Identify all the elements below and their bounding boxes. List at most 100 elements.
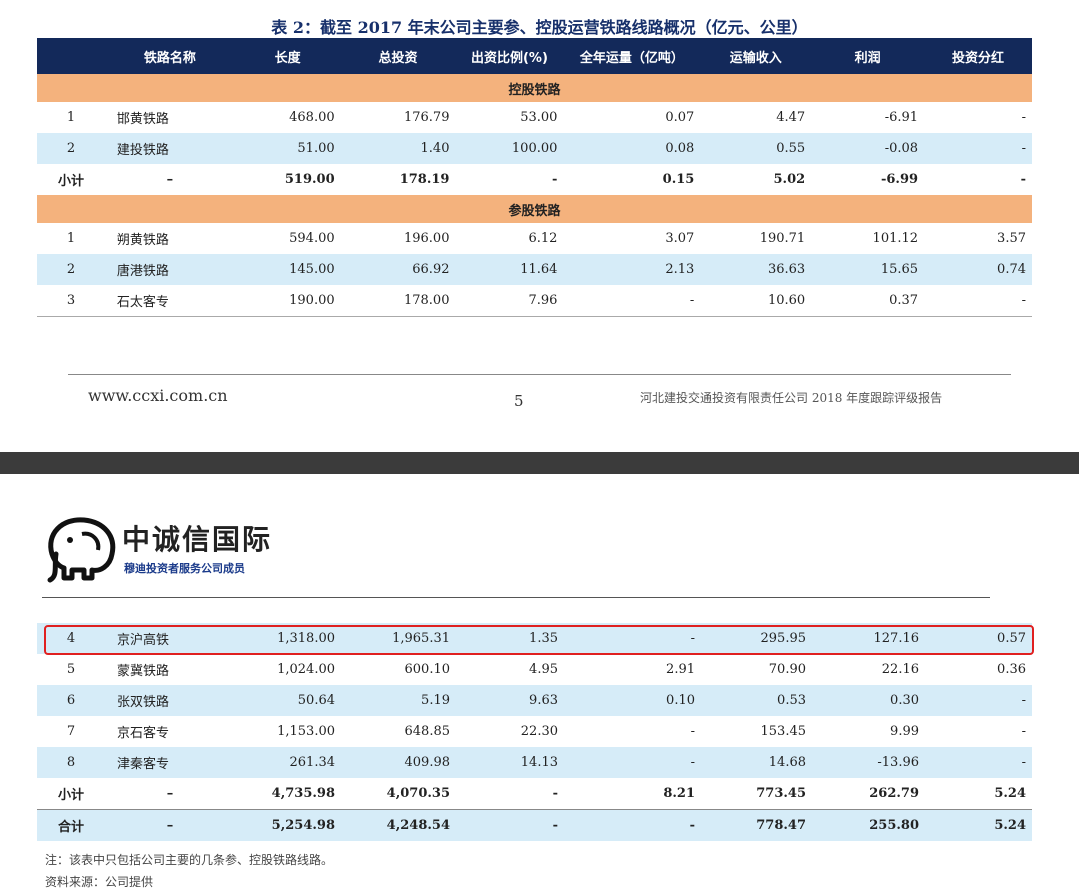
cell-no: 3 — [37, 285, 105, 317]
cell-ratio: - — [455, 164, 564, 195]
col-header-length: 长度 — [234, 38, 341, 74]
table-row: 1 邯黄铁路 468.00 176.79 53.00 0.07 4.47 -6.… — [37, 102, 1032, 133]
section-label: 控股铁路 — [37, 74, 1032, 102]
cell-profit: -0.08 — [811, 133, 925, 164]
cell-investment: 4,070.35 — [341, 778, 456, 810]
table-row: 2 唐港铁路 145.00 66.92 11.64 2.13 36.63 15.… — [37, 254, 1032, 285]
cell-ratio: 100.00 — [455, 133, 564, 164]
total-row: 合计 – 5,254.98 4,248.54 - - 778.47 255.80… — [37, 809, 1032, 841]
table-title: 表 2：截至 2017 年末公司主要参、控股运营铁路线路概况（亿元、公里） — [271, 18, 808, 37]
cell-name: 邯黄铁路 — [104, 102, 235, 133]
cell-volume: - — [564, 809, 701, 841]
cell-revenue: 0.55 — [700, 133, 812, 164]
cell-profit: -13.96 — [812, 747, 925, 778]
report-page-5: 表 2：截至 2017 年末公司主要参、控股运营铁路线路概况（亿元、公里） 铁路… — [0, 0, 1079, 452]
col-header-investment: 总投资 — [340, 38, 456, 74]
cell-revenue: 70.90 — [701, 654, 812, 685]
cell-investment: 178.19 — [340, 164, 456, 195]
cell-name: 京石客专 — [105, 716, 235, 747]
cell-name: – — [105, 809, 235, 841]
cell-no: 6 — [37, 685, 105, 716]
cell-label: 小计 — [37, 778, 105, 810]
subtotal-row: 小计 – 4,735.98 4,070.35 - 8.21 773.45 262… — [37, 778, 1032, 810]
cell-volume: - — [564, 716, 701, 747]
cell-profit: -6.99 — [811, 164, 925, 195]
cell-length: 145.00 — [234, 254, 341, 285]
data-source: 资料来源：公司提供 — [45, 875, 154, 889]
table-row: 6 张双铁路 50.64 5.19 9.63 0.10 0.53 0.30 - — [37, 685, 1032, 716]
cell-name: 张双铁路 — [105, 685, 235, 716]
cell-dividend: - — [924, 285, 1032, 317]
cell-revenue: 773.45 — [701, 778, 812, 810]
cell-name: 建投铁路 — [104, 133, 235, 164]
cell-revenue: 14.68 — [701, 747, 812, 778]
cell-profit: 9.99 — [812, 716, 925, 747]
cell-volume: 0.08 — [563, 133, 701, 164]
cell-length: 190.00 — [234, 285, 341, 317]
cell-dividend: 5.24 — [925, 778, 1032, 810]
cell-label: 合计 — [37, 809, 105, 841]
cell-length: 519.00 — [234, 164, 341, 195]
cell-name: 津秦客专 — [105, 747, 235, 778]
cell-name: 朔黄铁路 — [104, 223, 235, 254]
cell-profit: -6.91 — [811, 102, 925, 133]
cell-investment: 600.10 — [341, 654, 456, 685]
cell-dividend: - — [925, 747, 1032, 778]
railway-table-bottom: 4 京沪高铁 1,318.00 1,965.31 1.35 - 295.95 1… — [37, 623, 1032, 841]
cell-investment: 409.98 — [341, 747, 456, 778]
footer-divider — [68, 374, 1011, 375]
elephant-logo-icon — [47, 517, 116, 583]
cell-ratio: 9.63 — [456, 685, 564, 716]
cell-no: 5 — [37, 654, 105, 685]
section-row-participate: 参股铁路 — [37, 195, 1032, 223]
table-row: 7 京石客专 1,153.00 648.85 22.30 - 153.45 9.… — [37, 716, 1032, 747]
cell-volume: 0.15 — [563, 164, 701, 195]
cell-length: 1,024.00 — [235, 654, 341, 685]
table-row: 2 建投铁路 51.00 1.40 100.00 0.08 0.55 -0.08… — [37, 133, 1032, 164]
section-label: 参股铁路 — [37, 195, 1032, 223]
cell-ratio: 7.96 — [455, 285, 564, 317]
cell-investment: 5.19 — [341, 685, 456, 716]
table-row: 1 朔黄铁路 594.00 196.00 6.12 3.07 190.71 10… — [37, 223, 1032, 254]
cell-length: 468.00 — [234, 102, 341, 133]
cell-name: 蒙冀铁路 — [105, 654, 235, 685]
cell-length: 1,153.00 — [235, 716, 341, 747]
cell-ratio: 53.00 — [455, 102, 564, 133]
cell-profit: 0.30 — [812, 685, 925, 716]
cell-length: 5,254.98 — [235, 809, 341, 841]
cell-ratio: 6.12 — [455, 223, 564, 254]
cell-volume: - — [563, 285, 701, 317]
table-note: 注：该表中只包括公司主要的几条参、控股铁路线路。 — [45, 853, 334, 867]
cell-dividend: - — [924, 133, 1032, 164]
cell-ratio: - — [456, 809, 564, 841]
cell-revenue: 10.60 — [700, 285, 812, 317]
cell-volume: 0.07 — [563, 102, 701, 133]
report-page-6: 中诚信国际 穆迪投资者服务公司成员 4 京沪高铁 1,318.00 1,965.… — [0, 474, 1079, 889]
table-row: 5 蒙冀铁路 1,024.00 600.10 4.95 2.91 70.90 2… — [37, 654, 1032, 685]
cell-ratio: 22.30 — [456, 716, 564, 747]
cell-profit: 22.16 — [812, 654, 925, 685]
cell-dividend: - — [924, 102, 1032, 133]
cell-profit: 255.80 — [812, 809, 925, 841]
cell-ratio: 11.64 — [455, 254, 564, 285]
cell-revenue: 5.02 — [700, 164, 812, 195]
cell-ratio: 14.13 — [456, 747, 564, 778]
cell-revenue: 778.47 — [701, 809, 812, 841]
cell-investment: 176.79 — [340, 102, 456, 133]
section-row-control: 控股铁路 — [37, 74, 1032, 102]
cell-volume: 8.21 — [564, 778, 701, 810]
cell-investment: 66.92 — [340, 254, 456, 285]
cell-length: 50.64 — [235, 685, 341, 716]
table-header-row: 铁路名称 长度 总投资 出资比例(%) 全年运量（亿吨） 运输收入 利润 投资分… — [37, 38, 1032, 74]
cell-dividend: - — [925, 685, 1032, 716]
cell-dividend: 3.57 — [924, 223, 1032, 254]
cell-length: 261.34 — [235, 747, 341, 778]
cell-no: 1 — [37, 223, 105, 254]
logo-tagline: 穆迪投资者服务公司成员 — [124, 562, 245, 575]
header-divider — [42, 597, 990, 598]
cell-ratio: - — [456, 778, 564, 810]
cell-dividend: 0.36 — [925, 654, 1032, 685]
page-number: 5 — [514, 392, 524, 410]
table-row: 3 石太客专 190.00 178.00 7.96 - 10.60 0.37 - — [37, 285, 1032, 317]
cell-dividend: 5.24 — [925, 809, 1032, 841]
